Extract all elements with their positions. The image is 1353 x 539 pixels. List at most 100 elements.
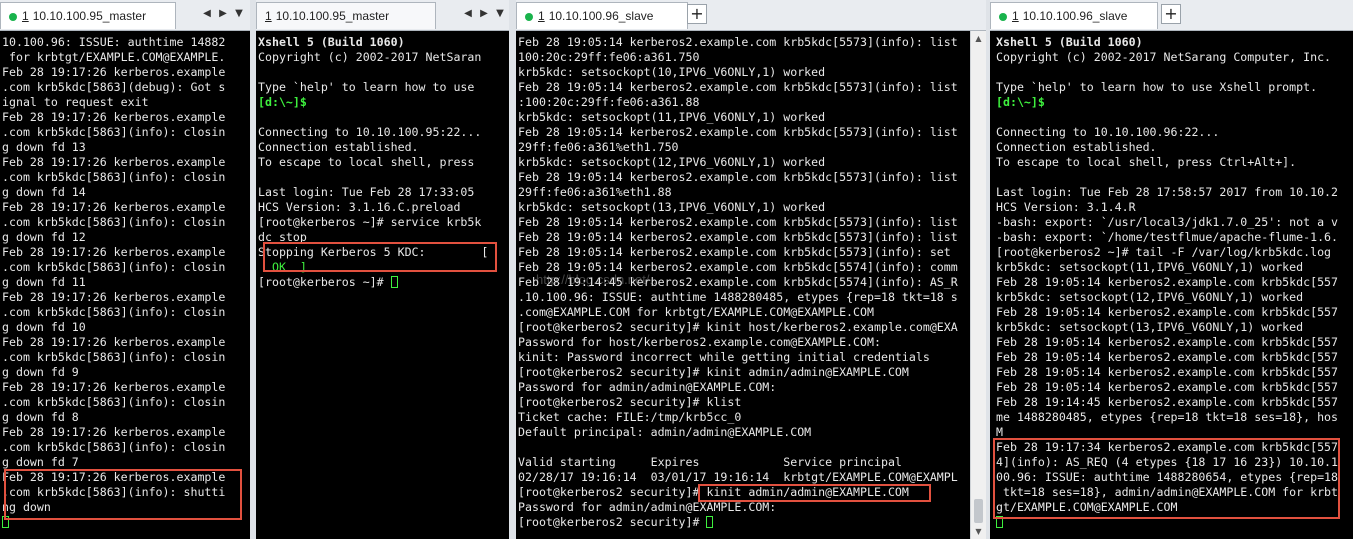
terminal-line: .com krb5kdc[5863](info): closin: [2, 215, 226, 229]
terminal-line: 29ff:fe06:a361%eth1.750: [518, 140, 679, 154]
terminal-line: tkt=18 ses=18}, admin/admin@EXAMPLE.COM …: [996, 485, 1339, 499]
terminal-line: g down fd 9: [2, 365, 79, 379]
watermark: http://blog.csdn.net/...: [536, 272, 661, 287]
text-cursor: [706, 516, 714, 528]
terminal-line: Feb 28 19:17:26 kerberos.example: [2, 110, 226, 124]
terminal-line: -bash: export: `/home/testflmue/apache-f…: [996, 230, 1339, 244]
terminal-line: krb5kdc: setsockopt(11,IPV6_V6ONLY,1) wo…: [518, 110, 826, 124]
scroll-down-icon[interactable]: ▼: [971, 524, 986, 539]
terminal-line: Feb 28 19:05:14 kerberos2.example.com kr…: [996, 380, 1339, 394]
terminal-pane-3[interactable]: 1 10.10.100.96_slave + Feb 28 19:05:14 ke…: [516, 0, 986, 539]
terminal-line: :100:20c:29ff:fe06:a361.88: [518, 95, 700, 109]
terminal-line: Connecting to 10.10.100.95:22...: [258, 125, 482, 139]
terminal-line: .com krb5kdc[5863](debug): Got s: [2, 80, 226, 94]
terminal-line: g down fd 13: [2, 140, 86, 154]
tab-session[interactable]: 1 10.10.100.95_master: [0, 2, 176, 29]
tab-prev-icon[interactable]: ◀: [461, 6, 475, 22]
terminal-line: M: [996, 425, 1003, 439]
new-tab-button[interactable]: +: [1161, 4, 1181, 24]
terminal-line: me 1488280485, etypes {rep=18 tkt=18 ses…: [996, 410, 1339, 424]
terminal-line: Feb 28 19:17:26 kerberos.example: [2, 380, 226, 394]
terminal-output[interactable]: Xshell 5 (Build 1060) Copyright (c) 2002-…: [996, 35, 1338, 530]
terminal-line: Password for admin/admin@EXAMPLE.COM:: [518, 380, 777, 394]
terminal-line: 02/28/17 19:16:14 03/01/17 19:16:14 krbt…: [518, 470, 958, 484]
terminal-line: Feb 28 19:05:14 kerberos2.example.com kr…: [518, 245, 951, 259]
terminal-line: Valid starting Expires Service principal: [518, 455, 902, 469]
terminal-line: [996, 515, 1338, 530]
terminal-line: Last login: Tue Feb 28 17:33:05: [258, 185, 475, 199]
terminal-line: g down fd 11: [2, 275, 86, 289]
tab-menu-icon[interactable]: ▼: [493, 6, 507, 22]
session-status-icon: [9, 12, 17, 21]
terminal-line: .com@EXAMPLE.COM for krbtgt/EXAMPLE.COM@…: [518, 305, 874, 319]
terminal-line: Password for admin/admin@EXAMPLE.COM:: [518, 500, 777, 514]
terminal-line: Feb 28 19:05:14 kerberos2.example.com kr…: [518, 35, 958, 49]
terminal-line: Feb 28 19:17:26 kerberos.example: [2, 65, 226, 79]
terminal-line: gt/EXAMPLE.COM@EXAMPLE.COM: [996, 500, 1178, 514]
terminal-header: Xshell 5 (Build 1060): [258, 35, 405, 49]
new-tab-button[interactable]: +: [687, 4, 707, 24]
terminal-line: To escape to local shell, press Ctrl+Alt…: [996, 155, 1297, 169]
terminal-line: 00.96: ISSUE: authtime 1488280654, etype…: [996, 470, 1339, 484]
terminal-line: [root@kerberos2 security]# kinit admin/a…: [518, 485, 909, 499]
terminal-line: [d:\~]$: [258, 95, 307, 109]
terminal-line: Password for host/kerberos2.example.com@…: [518, 335, 881, 349]
terminal-line: .com krb5kdc[5863](info): closin: [2, 395, 226, 409]
terminal-line: kinit: Password incorrect while getting …: [518, 350, 930, 364]
terminal-line: [root@kerberos2 security]#: [518, 515, 958, 530]
scrollbar[interactable]: ▲ ▼: [970, 31, 986, 539]
terminal-line: for krbtgt/EXAMPLE.COM@EXAMPLE.: [2, 50, 226, 64]
terminal-pane-4[interactable]: 1 10.10.100.96_slave + Xshell 5 (Build 10…: [990, 0, 1353, 539]
terminal-line: g down fd 10: [2, 320, 86, 334]
tab-session[interactable]: 1 10.10.100.96_slave: [990, 2, 1158, 29]
tab-label: 10.10.100.95_master: [275, 9, 390, 23]
tab-label: 10.10.100.96_slave: [548, 9, 654, 23]
terminal-line: 100:20c:29ff:fe06:a361.750: [518, 50, 700, 64]
terminal-line: krb5kdc: setsockopt(12,IPV6_V6ONLY,1) wo…: [518, 155, 826, 169]
terminal-line: g down fd 7: [2, 455, 79, 469]
terminal-line: Copyright (c) 2002-2017 NetSaran: [258, 50, 482, 64]
tab-next-icon[interactable]: ▶: [477, 6, 491, 22]
terminal-line: krb5kdc: setsockopt(12,IPV6_V6ONLY,1) wo…: [996, 290, 1304, 304]
scroll-up-icon[interactable]: ▲: [971, 31, 986, 46]
terminal-line: Feb 28 19:05:14 kerberos2.example.com kr…: [996, 335, 1339, 349]
terminal-line: HCS Version: 3.1.4.R: [996, 200, 1136, 214]
terminal-line: Feb 28 19:05:14 kerberos2.example.com kr…: [518, 125, 958, 139]
tab-next-icon[interactable]: ▶: [216, 6, 230, 22]
terminal-line: Type `help' to learn how to use: [258, 80, 475, 94]
terminal-line: HCS Version: 3.1.16.C.preload: [258, 200, 461, 214]
terminal-line: Feb 28 19:17:26 kerberos.example: [2, 200, 226, 214]
tab-menu-icon[interactable]: ▼: [232, 6, 246, 22]
terminal-line: Feb 28 19:05:14 kerberos2.example.com kr…: [518, 230, 958, 244]
terminal-line: .com krb5kdc[5863](info): closin: [2, 305, 226, 319]
terminal-line: .com krb5kdc[5863](info): closin: [2, 170, 226, 184]
terminal-output[interactable]: Xshell 5 (Build 1060) Copyright (c) 2002-…: [258, 35, 488, 290]
tab-label: 10.10.100.95_master: [32, 9, 147, 23]
tab-session[interactable]: 1 10.10.100.96_slave: [516, 2, 688, 29]
terminal-line: Feb 28 19:05:14 kerberos2.example.com kr…: [996, 305, 1339, 319]
terminal-line: [root@kerberos ~]#: [258, 275, 488, 290]
text-cursor: [2, 516, 9, 528]
terminal-line: [root@kerberos2 ~]# tail -F /var/log/krb…: [996, 245, 1332, 259]
terminal-line: Feb 28 19:05:14 kerberos2.example.com kr…: [996, 365, 1339, 379]
terminal-output[interactable]: 10.100.96: ISSUE: authtime 14882 for krb…: [2, 35, 225, 530]
terminal-line: Feb 28 19:17:26 kerberos.example: [2, 290, 226, 304]
scrollbar-thumb[interactable]: [974, 499, 983, 523]
session-status-icon: [525, 12, 533, 21]
terminal-line: .com krb5kdc[5863](info): shutti: [2, 485, 226, 499]
tab-bar: 1 10.10.100.95_master ◀ ▶ ▼: [0, 0, 250, 31]
terminal-line: Type `help' to learn how to use Xshell p…: [996, 80, 1318, 94]
terminal-pane-2[interactable]: 1 10.10.100.95_master ◀ ▶ ▼ Xshell 5 (Bui…: [256, 0, 509, 539]
tab-label: 10.10.100.96_slave: [1022, 9, 1128, 23]
terminal-line: OK ]: [258, 260, 307, 274]
tab-session[interactable]: 1 10.10.100.95_master: [256, 2, 436, 29]
tab-prev-icon[interactable]: ◀: [200, 6, 214, 22]
terminal-pane-1[interactable]: 1 10.10.100.95_master ◀ ▶ ▼ 10.100.96: IS…: [0, 0, 250, 539]
terminal-line: -bash: export: `/usr/local3/jdk1.7.0_25'…: [996, 215, 1339, 229]
terminal-line: Feb 28 19:05:14 kerberos2.example.com kr…: [518, 215, 958, 229]
